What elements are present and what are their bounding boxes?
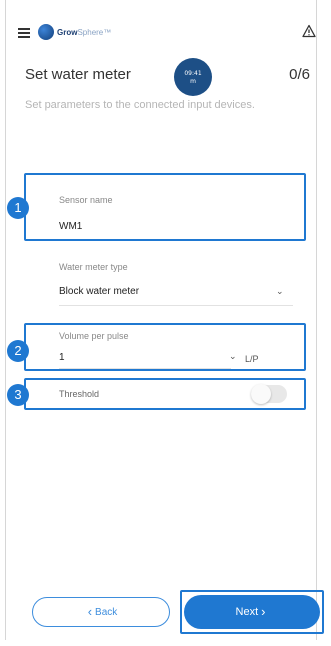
globe-logo-icon xyxy=(38,24,54,40)
step-marker-3: 3 xyxy=(7,384,29,406)
water-meter-type-select[interactable]: Block water meter xyxy=(59,286,293,297)
threshold-toggle[interactable] xyxy=(251,384,287,404)
page-title: Set water meter xyxy=(25,66,131,83)
back-button[interactable]: ‹ Back xyxy=(32,597,170,627)
volume-per-pulse-field[interactable]: Volume per pulse 1 ⌄ L/P xyxy=(59,331,293,369)
chevron-left-icon: ‹ xyxy=(87,604,93,619)
chevron-right-icon: › xyxy=(261,604,266,619)
water-meter-type-label: Water meter type xyxy=(59,262,128,272)
app-header: GrowSphere™ xyxy=(6,0,318,46)
next-button[interactable]: Next › xyxy=(184,595,320,629)
sensor-name-input[interactable]: WM1 xyxy=(59,221,293,232)
toggle-knob xyxy=(251,384,271,404)
step-counter: 0/6 xyxy=(289,66,310,83)
volume-unit-label: L/P xyxy=(245,354,259,364)
step-marker-2: 2 xyxy=(7,340,29,362)
chevron-down-icon[interactable]: ⌄ xyxy=(276,286,284,297)
time-badge: 09:41 m xyxy=(174,58,212,96)
app-logo: GrowSphere™ xyxy=(38,23,111,41)
field-underline xyxy=(59,305,293,306)
sensor-name-field[interactable]: Sensor name WM1 xyxy=(59,195,293,232)
field-underline xyxy=(59,368,231,369)
hamburger-menu-icon[interactable] xyxy=(18,28,30,38)
water-meter-type-field[interactable]: Water meter type Block water meter ⌄ xyxy=(59,262,293,306)
volume-per-pulse-label: Volume per pulse xyxy=(59,331,129,341)
phone-screen: GrowSphere™ Set water meter 09:41 m 0/6 … xyxy=(5,0,324,640)
threshold-label: Threshold xyxy=(59,389,100,399)
sensor-name-label: Sensor name xyxy=(59,195,113,205)
warning-icon[interactable] xyxy=(302,24,316,38)
logo-text: GrowSphere™ xyxy=(57,27,112,37)
chevron-down-icon[interactable]: ⌄ xyxy=(229,351,237,362)
page-subtitle: Set parameters to the connected input de… xyxy=(25,99,255,111)
step-marker-1: 1 xyxy=(7,197,29,219)
